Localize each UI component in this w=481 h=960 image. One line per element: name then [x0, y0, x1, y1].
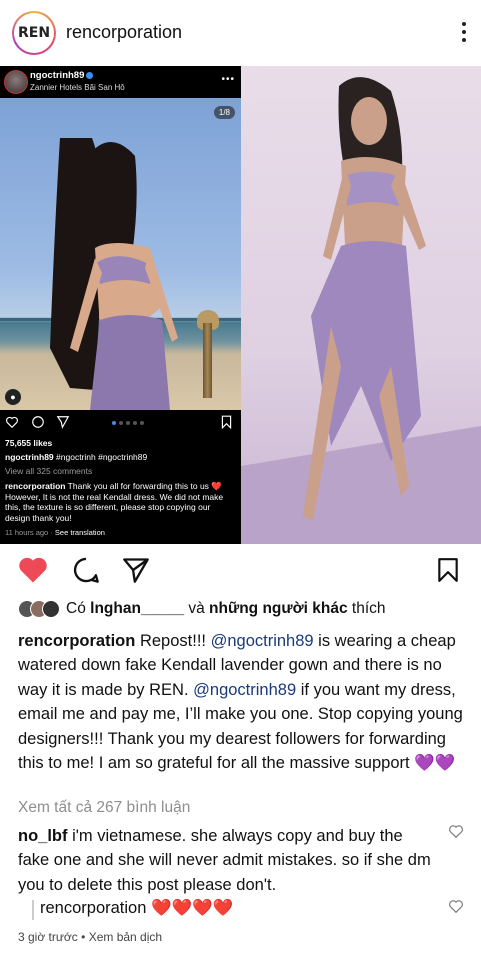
comment-text: i'm vietnamese. she always copy and buy … — [18, 827, 431, 894]
embedded-caption: ngoctrinh89 #ngoctrinh #ngoctrinh89 — [5, 452, 148, 462]
embedded-username: ngoctrinh89 — [30, 70, 94, 81]
embedded-share-icon — [56, 416, 70, 429]
reply-indicator — [32, 900, 34, 920]
carousel-dots — [112, 421, 144, 425]
likes-summary[interactable]: Có lnghan_____ và những người khác thích — [66, 600, 386, 618]
embedded-screenshot: ngoctrinh89 Zannier Hotels Bãi San Hô ••… — [0, 66, 241, 544]
comment-item: no_lbf i'm vietnamese. she always copy a… — [18, 824, 438, 897]
embedded-avatar — [4, 70, 28, 94]
comment-username[interactable]: no_lbf — [18, 827, 68, 845]
share-icon[interactable] — [122, 557, 150, 583]
reply-username[interactable]: rencorporation — [40, 899, 146, 917]
reply-item: rencorporation ❤️❤️❤️❤️ — [40, 899, 233, 918]
post-time: 3 giờ trước — [18, 930, 78, 944]
tagged-people-icon: ● — [5, 389, 21, 405]
model-figure-left — [50, 138, 178, 410]
runway-photo — [241, 66, 481, 544]
bookmark-icon[interactable] — [437, 557, 459, 583]
embedded-heart-icon — [6, 416, 18, 429]
caption-username[interactable]: rencorporation — [18, 632, 135, 650]
profile-avatar[interactable]: REN — [12, 11, 56, 55]
mention-link[interactable]: @ngoctrinh89 — [193, 681, 296, 699]
embedded-comment: rencorporation Thank you all for forward… — [5, 481, 224, 523]
post-media[interactable]: ngoctrinh89 Zannier Hotels Bãi San Hô ••… — [0, 66, 481, 544]
embedded-location: Zannier Hotels Bãi San Hô — [30, 83, 125, 92]
see-translation-link[interactable]: Xem bản dịch — [89, 930, 162, 944]
mention-link[interactable]: @ngoctrinh89 — [211, 632, 314, 650]
post-action-bar — [0, 552, 481, 592]
verified-badge-icon — [86, 71, 94, 79]
model-figure-right — [241, 77, 481, 544]
embedded-photo: 1/8 ● — [0, 98, 241, 410]
reply-text: ❤️❤️❤️❤️ — [151, 899, 234, 917]
embedded-action-bar — [0, 410, 241, 436]
more-options-icon[interactable] — [461, 22, 467, 42]
embedded-time: 11 hours ago · See translation — [5, 528, 105, 537]
post-username[interactable]: rencorporation — [66, 22, 182, 43]
image-counter: 1/8 — [213, 106, 235, 119]
embedded-bookmark-icon — [221, 415, 232, 429]
embedded-more-icon: ••• — [221, 74, 235, 85]
post-header: REN rencorporation — [0, 0, 481, 66]
embedded-likes: 75,655 likes — [5, 438, 53, 448]
comment-like-icon[interactable] — [449, 825, 463, 838]
avatar-logo-text: REN — [14, 13, 54, 53]
embedded-post-header: ngoctrinh89 Zannier Hotels Bãi San Hô ••… — [0, 66, 241, 98]
view-all-comments-link[interactable]: Xem tất cả 267 bình luận — [18, 799, 190, 817]
reply-like-icon[interactable] — [449, 900, 463, 913]
embedded-comment-icon — [32, 416, 44, 428]
like-heart-icon[interactable] — [18, 556, 48, 584]
post-caption: rencorporation Repost!!! @ngoctrinh89 is… — [18, 632, 463, 773]
comment-icon[interactable] — [72, 556, 100, 584]
post-footer: 3 giờ trước • Xem bản dịch — [18, 930, 163, 944]
embedded-view-comments: View all 325 comments — [5, 466, 93, 476]
